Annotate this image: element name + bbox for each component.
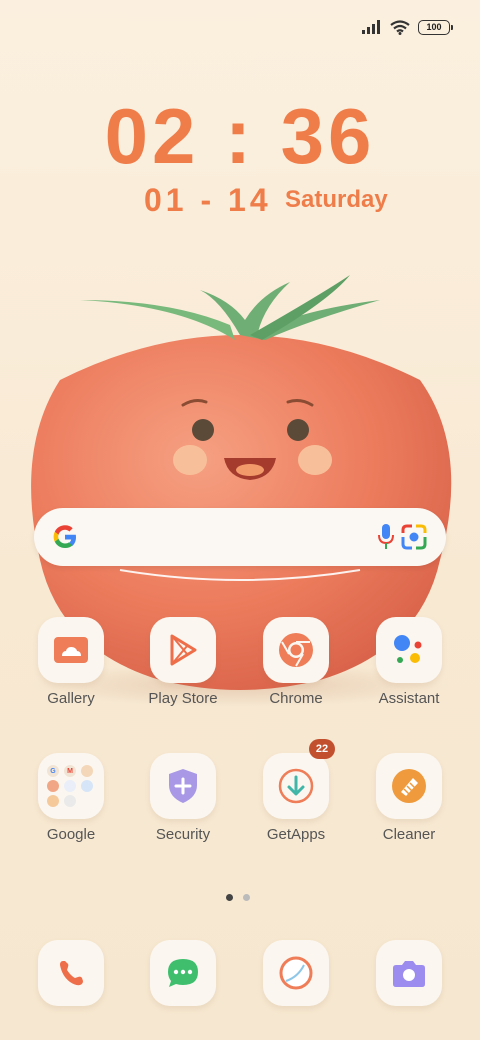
page-indicator	[226, 894, 250, 901]
battery-indicator: 100	[418, 19, 453, 35]
app-cleaner[interactable]: Cleaner	[354, 753, 464, 843]
app-label: Play Store	[148, 690, 218, 707]
google-lens-icon[interactable]	[400, 523, 428, 551]
getapps-icon	[278, 768, 314, 804]
assistant-icon	[394, 635, 422, 663]
voice-search-icon[interactable]	[376, 522, 396, 552]
app-security[interactable]: Security	[128, 753, 238, 843]
app-play-store[interactable]: Play Store	[128, 617, 238, 707]
app-label: Chrome	[269, 690, 323, 707]
clock-date: 01 - 14	[144, 182, 272, 218]
browser-icon	[279, 956, 313, 990]
messages-icon	[168, 959, 198, 987]
clock-day: Saturday	[285, 186, 388, 213]
dock-camera[interactable]	[354, 940, 464, 1006]
camera-icon	[393, 961, 425, 987]
dock-browser[interactable]	[241, 940, 351, 1006]
app-label: Security	[155, 826, 211, 843]
dock-phone[interactable]	[16, 940, 126, 1006]
chrome-icon	[279, 633, 313, 667]
app-label: Assistant	[378, 690, 440, 707]
play-store-icon	[170, 634, 197, 666]
date-row: 01 - 14 Saturday	[0, 182, 480, 222]
app-getapps[interactable]: 22 GetApps	[241, 739, 351, 843]
app-google-folder[interactable]: G M Google	[16, 753, 126, 843]
gallery-icon	[54, 637, 88, 663]
app-chrome[interactable]: Chrome	[241, 617, 351, 707]
google-search-bar[interactable]	[34, 508, 446, 566]
app-assistant[interactable]: Assistant	[354, 617, 464, 707]
app-label: Cleaner	[382, 826, 436, 843]
wifi-icon	[390, 19, 410, 35]
google-logo-icon	[53, 525, 76, 548]
page-dot-2[interactable]	[243, 894, 250, 901]
cleaner-icon	[392, 769, 426, 803]
signal-icon	[362, 20, 380, 34]
security-icon	[169, 769, 197, 803]
clock-time[interactable]: 02 : 36	[0, 96, 480, 176]
app-label: GetApps	[266, 826, 326, 843]
app-gallery[interactable]: Gallery	[16, 617, 126, 707]
status-bar: 100	[362, 16, 453, 38]
dock-messages[interactable]	[128, 940, 238, 1006]
phone-icon	[60, 961, 83, 986]
app-label: Google	[46, 826, 96, 843]
app-label: Gallery	[47, 690, 95, 707]
google-folder-icon: G M	[46, 761, 96, 811]
page-dot-1[interactable]	[226, 894, 233, 901]
notification-badge: 22	[309, 739, 335, 759]
